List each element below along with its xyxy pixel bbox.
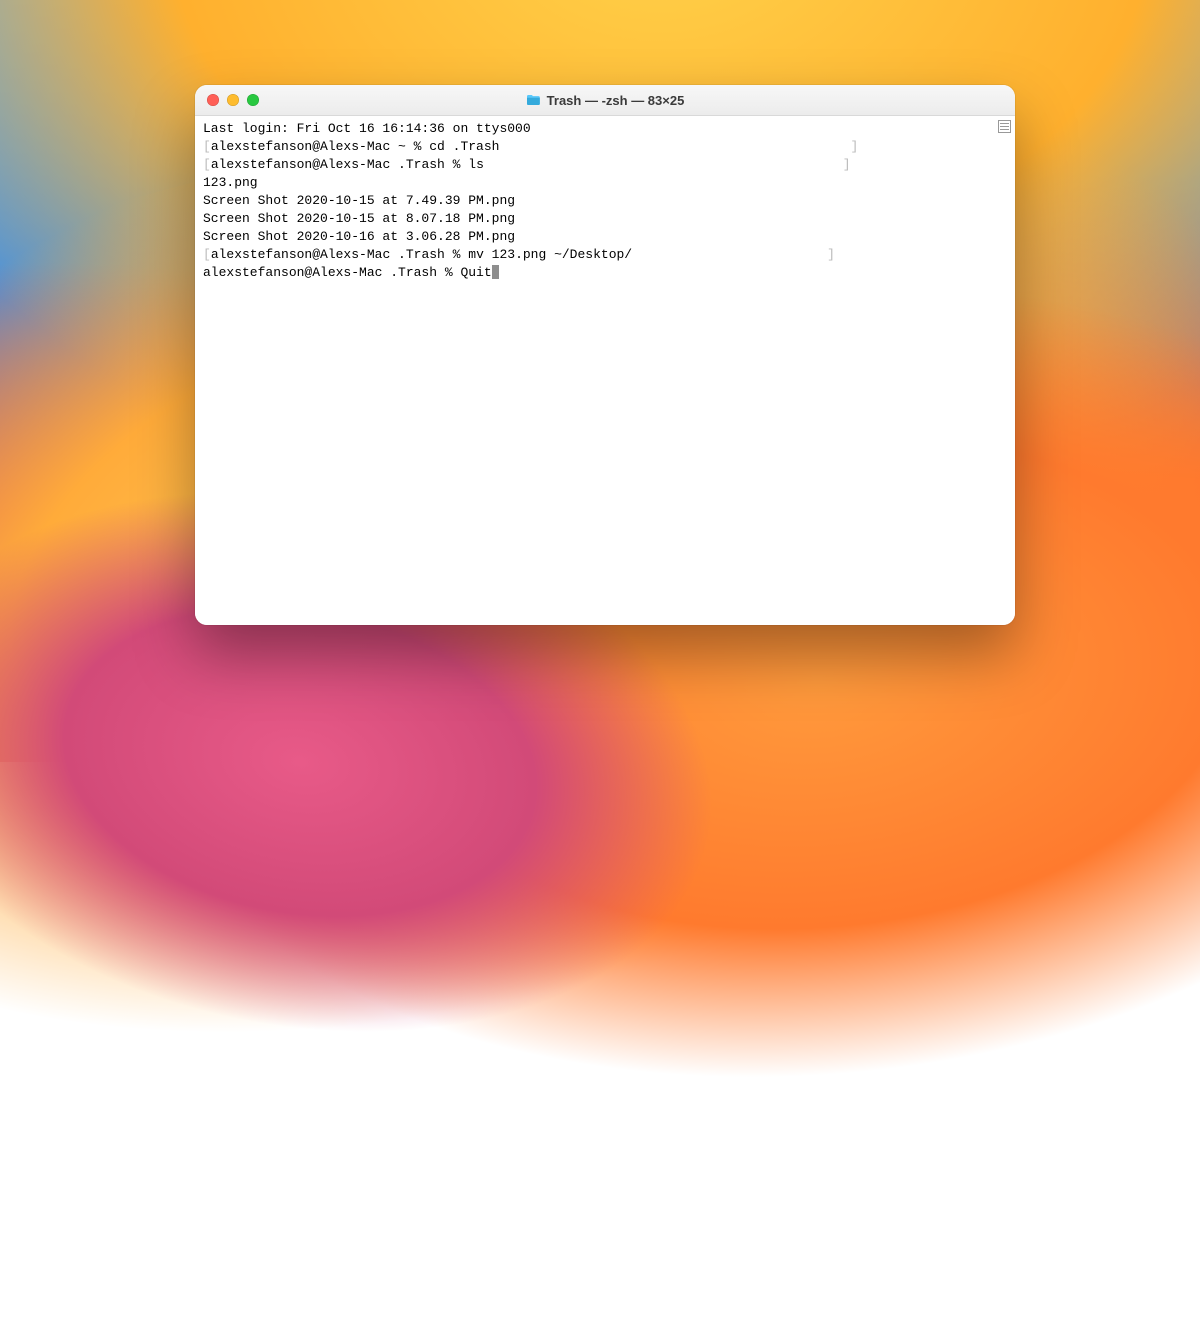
ls-output-line: Screen Shot 2020-10-15 at 8.07.18 PM.png (203, 211, 515, 226)
prompt: alexstefanson@Alexs-Mac ~ % (211, 139, 429, 154)
command: ls (468, 157, 484, 172)
terminal-body[interactable]: Last login: Fri Oct 16 16:14:36 on ttys0… (195, 116, 1015, 625)
scroll-indicator-icon (998, 120, 1011, 133)
close-button[interactable] (207, 94, 219, 106)
ls-output-line: 123.png (203, 175, 258, 190)
window-title: Trash — -zsh — 83×25 (547, 93, 685, 108)
ls-output-line: Screen Shot 2020-10-15 at 7.49.39 PM.png (203, 193, 515, 208)
ls-output-line: Screen Shot 2020-10-16 at 3.06.28 PM.png (203, 229, 515, 244)
last-login-line: Last login: Fri Oct 16 16:14:36 on ttys0… (203, 121, 531, 136)
command: cd .Trash (429, 139, 499, 154)
window-controls (207, 94, 259, 106)
prompt: alexstefanson@Alexs-Mac .Trash % (211, 157, 468, 172)
command: mv 123.png ~/Desktop/ (468, 247, 632, 262)
terminal-output: Last login: Fri Oct 16 16:14:36 on ttys0… (203, 120, 995, 282)
prompt: alexstefanson@Alexs-Mac .Trash % (211, 247, 468, 262)
window-titlebar[interactable]: Trash — -zsh — 83×25 (195, 85, 1015, 116)
prompt: alexstefanson@Alexs-Mac .Trash % (203, 265, 460, 280)
terminal-window: Trash — -zsh — 83×25 Last login: Fri Oct… (195, 85, 1015, 625)
maximize-button[interactable] (247, 94, 259, 106)
minimize-button[interactable] (227, 94, 239, 106)
command: Quit (460, 265, 491, 280)
cursor (492, 265, 499, 279)
folder-icon (526, 94, 541, 106)
